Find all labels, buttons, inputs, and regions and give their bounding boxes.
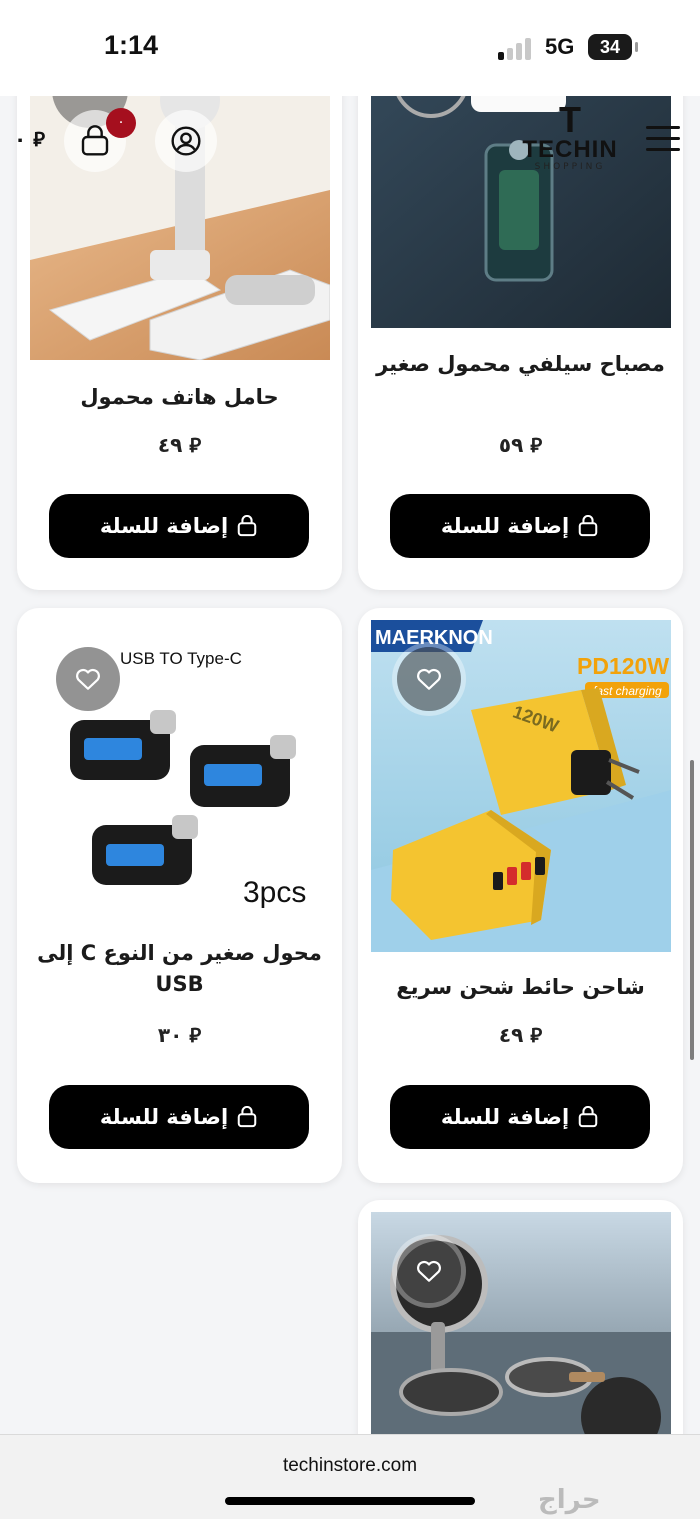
heart-icon — [417, 668, 441, 690]
product-price: ٤٩ ⃁ — [157, 433, 202, 457]
status-bar: 1:14 5G 34 — [0, 0, 700, 96]
watermark: حراج — [538, 1485, 601, 1515]
image-caption: USB TO Type-C — [120, 649, 242, 668]
cart-total[interactable]: ٠ ⃁ — [14, 126, 45, 152]
product-card[interactable]: MAERKNON PD120W fast charging 120W شاحن … — [358, 608, 683, 1183]
browser-bar: techinstore.com حراج — [0, 1434, 700, 1519]
heart-icon — [417, 1260, 441, 1282]
url-text[interactable]: techinstore.com — [0, 1455, 700, 1477]
add-to-cart-label: إضافة للسلة — [99, 1105, 229, 1129]
product-price: ٣٠ ⃁ — [157, 1023, 202, 1047]
status-time: 1:14 — [104, 30, 159, 60]
image-brand: MAERKNON — [375, 627, 493, 649]
product-price: ٤٩ ⃁ — [498, 1023, 543, 1047]
network-label: 5G — [545, 34, 575, 59]
add-to-cart-button[interactable]: إضافة للسلة — [390, 494, 650, 558]
brand-letter: T — [559, 99, 581, 140]
product-title[interactable]: محول صغير من النوع C إلى USB — [27, 938, 332, 1000]
favorite-button[interactable] — [56, 647, 120, 711]
heart-icon — [76, 668, 100, 690]
account-button[interactable] — [155, 110, 217, 172]
image-count: 3pcs — [243, 876, 306, 909]
brand-name: TECHIN — [522, 136, 618, 163]
add-to-cart-label: إضافة للسلة — [440, 1105, 570, 1129]
signal-icon — [498, 38, 534, 60]
bag-icon — [237, 515, 257, 537]
image-tag: fast charging — [593, 684, 662, 698]
product-card[interactable]: USB TO Type-C 3pcs محول صغير من النوع C … — [17, 608, 342, 1183]
add-to-cart-button[interactable]: إضافة للسلة — [49, 494, 309, 558]
bag-icon — [237, 1106, 257, 1128]
cart-icon — [81, 125, 109, 156]
bag-icon — [578, 1106, 598, 1128]
cart-badge: ٠ — [106, 108, 136, 138]
product-title[interactable]: حامل هاتف محمول — [27, 382, 332, 413]
menu-icon[interactable] — [646, 124, 680, 154]
product-price: ٥٩ ⃁ — [498, 433, 543, 457]
product-title[interactable]: شاحن حائط شحن سريع — [368, 972, 673, 1003]
brand-logo[interactable]: T TECHIN SHOPPING — [500, 102, 640, 182]
product-title[interactable]: مصباح سيلفي محمول صغير — [368, 349, 673, 380]
user-icon — [171, 126, 201, 156]
favorite-button[interactable] — [397, 1239, 461, 1303]
home-indicator[interactable] — [225, 1497, 475, 1505]
add-to-cart-label: إضافة للسلة — [440, 514, 570, 538]
scrollbar[interactable] — [690, 760, 694, 1060]
add-to-cart-button[interactable]: إضافة للسلة — [49, 1085, 309, 1149]
add-to-cart-button[interactable]: إضافة للسلة — [390, 1085, 650, 1149]
brand-sub: SHOPPING — [534, 162, 606, 172]
add-to-cart-label: إضافة للسلة — [99, 514, 229, 538]
favorite-button[interactable] — [397, 647, 461, 711]
image-power: PD120W — [577, 653, 669, 679]
bag-icon — [578, 515, 598, 537]
battery-icon: 34 — [588, 34, 638, 60]
